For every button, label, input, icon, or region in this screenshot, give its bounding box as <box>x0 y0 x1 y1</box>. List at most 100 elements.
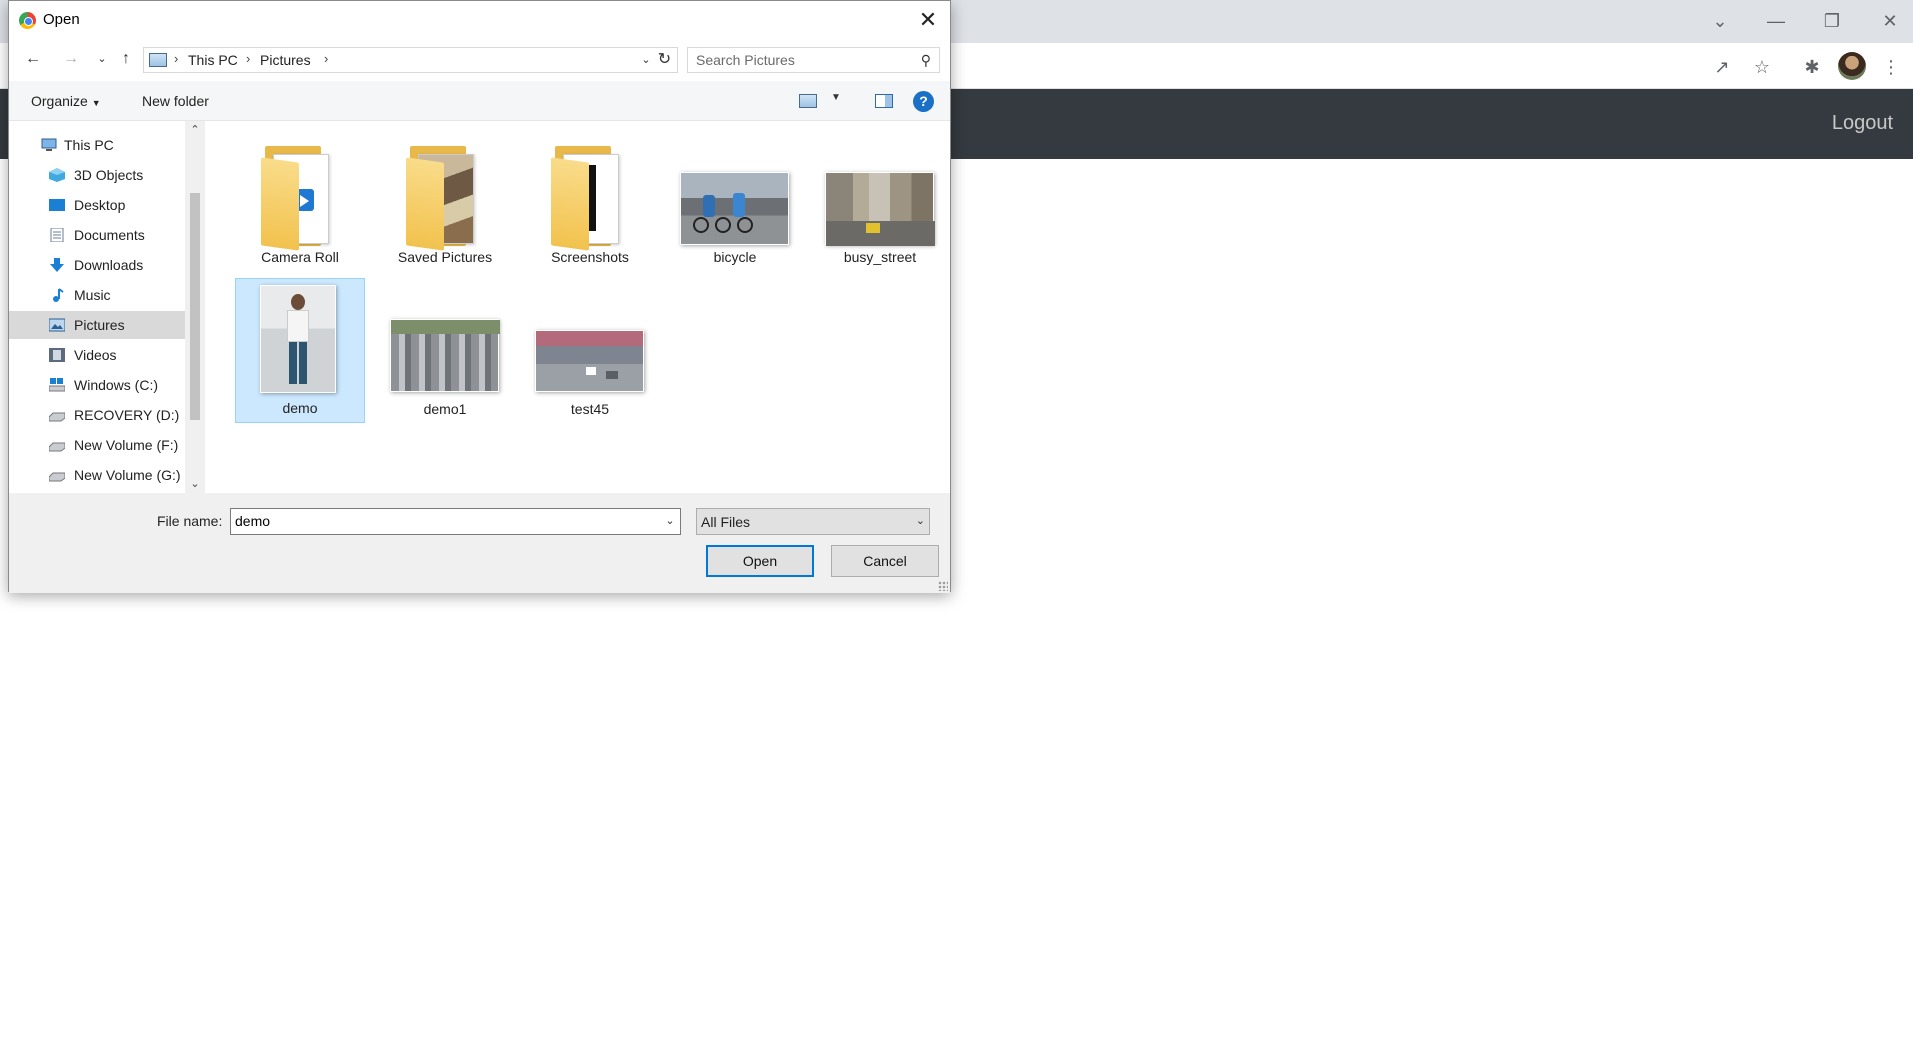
file-name: demo1 <box>423 401 467 417</box>
scroll-down-chevron-icon[interactable]: ⌄ <box>185 475 205 493</box>
cube-icon <box>49 168 65 182</box>
breadcrumb-separator-icon[interactable]: › <box>324 51 328 66</box>
view-options-chevron-icon[interactable]: ▼ <box>831 92 841 103</box>
minimize-icon[interactable]: — <box>1756 6 1796 36</box>
forward-arrow-icon[interactable]: → <box>60 48 82 70</box>
file-name: busy_street <box>843 249 917 265</box>
nav-item-label: Desktop <box>74 197 126 213</box>
nav-item-label: Windows (C:) <box>74 377 159 393</box>
breadcrumb-separator-icon[interactable]: › <box>246 51 250 66</box>
file-item-busy-street[interactable]: busy_street <box>815 126 945 271</box>
file-item-demo[interactable]: demo <box>235 278 365 423</box>
up-arrow-icon[interactable]: ↑ <box>115 48 137 70</box>
nav-item-downloads[interactable]: Downloads <box>9 251 185 279</box>
navigation-scrollbar[interactable]: ⌃ ⌄ <box>185 121 205 493</box>
share-icon[interactable]: ↗ <box>1707 52 1737 82</box>
nav-item-label: New Volume (F:) <box>74 437 179 453</box>
nav-item-music[interactable]: Music <box>9 281 185 309</box>
nav-item-this-pc[interactable]: This PC <box>9 131 185 159</box>
search-box[interactable]: ⚲ <box>687 47 940 73</box>
file-item-test45[interactable]: test45 <box>525 278 655 423</box>
navigation-pane: This PC 3D Objects Desktop Documents Dow… <box>9 121 205 493</box>
nav-item-recovery-d[interactable]: RECOVERY (D:) <box>9 401 185 429</box>
file-name-input[interactable] <box>235 513 645 529</box>
new-folder-button[interactable]: New folder <box>142 93 209 109</box>
nav-item-videos[interactable]: Videos <box>9 341 185 369</box>
tab-search-chevron-down-icon[interactable]: ⌄ <box>1700 6 1740 36</box>
file-name-label: File name: <box>157 513 223 529</box>
window-close-icon[interactable]: ✕ <box>1870 6 1910 36</box>
scroll-up-chevron-icon[interactable]: ⌃ <box>185 121 205 139</box>
file-type-chevron-down-icon: ⌄ <box>915 515 925 527</box>
nav-item-3d-objects[interactable]: 3D Objects <box>9 161 185 189</box>
resize-grip[interactable] <box>938 581 948 591</box>
dialog-close-icon[interactable]: ✕ <box>906 1 950 39</box>
file-name: Screenshots <box>551 249 629 265</box>
nav-item-new-volume-f[interactable]: New Volume (F:) <box>9 431 185 459</box>
file-name: demo <box>282 400 318 416</box>
search-input[interactable] <box>696 52 896 68</box>
file-type-select[interactable]: All Files ⌄ <box>696 508 930 535</box>
cancel-button[interactable]: Cancel <box>831 545 939 577</box>
nav-item-label: Music <box>74 287 111 303</box>
address-bar[interactable]: › This PC › Pictures › ⌄ <box>143 47 658 73</box>
recent-locations-chevron-icon[interactable]: ⌄ <box>91 48 113 70</box>
dialog-title: Open <box>43 11 80 28</box>
busy-street-thumbnail <box>825 172 935 246</box>
nav-item-label: Documents <box>74 227 145 243</box>
folder-icon <box>406 146 486 251</box>
file-type-value: All Files <box>701 514 751 530</box>
nav-item-label: RECOVERY (D:) <box>74 407 180 423</box>
test45-thumbnail <box>535 330 644 392</box>
nav-item-pictures[interactable]: Pictures <box>9 311 185 339</box>
star-icon[interactable]: ☆ <box>1747 52 1777 82</box>
file-item-camera-roll[interactable]: Camera Roll <box>235 126 365 271</box>
chevron-down-icon: ▼ <box>91 98 101 108</box>
file-name-combobox[interactable]: ⌄ <box>230 508 681 535</box>
organize-label: Organize <box>31 93 88 109</box>
file-name: test45 <box>570 401 610 417</box>
breadcrumb-separator-icon[interactable]: › <box>174 51 178 66</box>
file-name: bicycle <box>713 249 757 265</box>
file-item-screenshots[interactable]: Screenshots <box>525 126 655 271</box>
file-list: Camera Roll Saved Pictures Screenshots b… <box>205 121 950 493</box>
breadcrumb-pictures[interactable]: Pictures <box>260 52 311 68</box>
refresh-icon[interactable]: ↻ <box>652 47 678 73</box>
breadcrumb-this-pc[interactable]: This PC <box>188 52 238 68</box>
nav-item-label: Downloads <box>74 257 144 273</box>
folder-icon <box>261 146 341 251</box>
nav-item-label: Pictures <box>74 317 125 333</box>
preview-pane-icon[interactable] <box>875 94 893 108</box>
drive-icon <box>49 472 65 482</box>
organize-button[interactable]: Organize ▼ <box>31 93 101 109</box>
nav-item-label: New Volume (G:) <box>74 467 181 483</box>
open-file-dialog: Open ✕ ← → ⌄ ↑ › This PC › Pictures › ⌄ … <box>8 0 951 593</box>
file-item-demo1[interactable]: demo1 <box>380 278 510 423</box>
change-view-icon[interactable] <box>799 94 817 108</box>
nav-item-documents[interactable]: Documents <box>9 221 185 249</box>
extensions-icon[interactable]: ✱ <box>1797 52 1827 82</box>
pictures-location-icon <box>149 53 167 67</box>
scrollbar-thumb[interactable] <box>190 193 200 420</box>
file-item-bicycle[interactable]: bicycle <box>670 126 800 271</box>
file-name-chevron-down-icon[interactable]: ⌄ <box>660 509 680 534</box>
demo1-thumbnail <box>390 319 500 392</box>
pictures-icon <box>49 318 65 332</box>
back-arrow-icon[interactable]: ← <box>22 48 44 70</box>
search-icon[interactable]: ⚲ <box>921 52 931 69</box>
help-icon[interactable]: ? <box>913 91 934 112</box>
computer-icon <box>41 138 57 151</box>
open-button[interactable]: Open <box>706 545 814 577</box>
drive-icon <box>49 442 65 452</box>
restore-icon[interactable]: ❐ <box>1812 6 1852 36</box>
folder-icon <box>551 146 631 251</box>
drive-icon <box>49 378 65 392</box>
dialog-titlebar: Open ✕ <box>9 1 950 39</box>
nav-item-new-volume-g[interactable]: New Volume (G:) <box>9 461 185 489</box>
nav-item-windows-c[interactable]: Windows (C:) <box>9 371 185 399</box>
logout-link[interactable]: Logout <box>1832 112 1893 135</box>
nav-item-desktop[interactable]: Desktop <box>9 191 185 219</box>
menu-icon[interactable]: ⋮ <box>1876 52 1906 82</box>
file-item-saved-pictures[interactable]: Saved Pictures <box>380 126 510 271</box>
avatar[interactable] <box>1838 52 1866 80</box>
